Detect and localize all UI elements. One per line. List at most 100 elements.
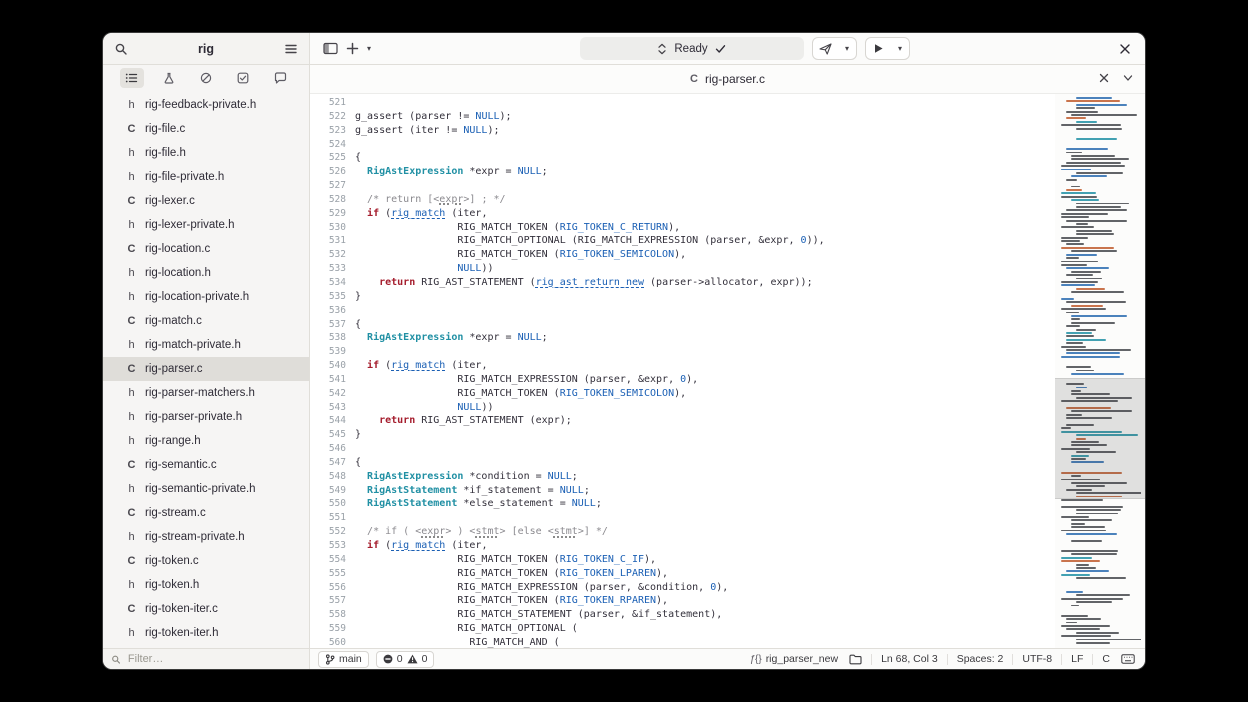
file-item[interactable]: Crig-stream.c (103, 501, 309, 525)
code-line[interactable]: 548 RigAstExpression *condition = NULL; (310, 470, 1055, 484)
run-button[interactable] (866, 38, 892, 59)
code-lines[interactable]: 521522g_assert (parser != NULL);523g_ass… (310, 94, 1055, 648)
code-line[interactable]: 533 NULL)) (310, 262, 1055, 276)
file-item[interactable]: Crig-file.c (103, 117, 309, 141)
search-button[interactable] (109, 37, 133, 61)
code-line[interactable]: 538 RigAstExpression *expr = NULL; (310, 331, 1055, 345)
file-item[interactable]: hrig-token-iter.h (103, 621, 309, 645)
code-line[interactable]: 525{ (310, 151, 1055, 165)
file-name: rig-location-private.h (145, 291, 249, 303)
new-document-dropdown[interactable]: ▾ (362, 37, 376, 61)
keyboard-button[interactable] (1119, 654, 1137, 664)
file-item[interactable]: hrig-parser-private.h (103, 405, 309, 429)
code-line[interactable]: 560 RIG_MATCH_AND ( (310, 636, 1055, 648)
panel-tab-files[interactable] (120, 68, 144, 88)
project-directory-button[interactable] (847, 654, 864, 665)
file-item[interactable]: Crig-token.c (103, 549, 309, 573)
code-line[interactable]: 540 if (rig_match (iter, (310, 359, 1055, 373)
warning-count: 0 (422, 653, 428, 665)
file-item[interactable]: hrig-lexer-private.h (103, 213, 309, 237)
code-line[interactable]: 556 RIG_MATCH_EXPRESSION (parser, &condi… (310, 581, 1055, 595)
file-item[interactable]: Crig-location.c (103, 237, 309, 261)
file-item[interactable]: hrig-stream-private.h (103, 525, 309, 549)
code-line[interactable]: 528 /* return [<expr>] ; */ (310, 193, 1055, 207)
file-item[interactable]: Crig-lexer.c (103, 189, 309, 213)
new-document-button[interactable] (342, 37, 362, 61)
code-line[interactable]: 553 if (rig_match (iter, (310, 539, 1055, 553)
code-line[interactable]: 543 NULL)) (310, 401, 1055, 415)
code-line[interactable]: 541 RIG_MATCH_EXPRESSION (parser, &expr,… (310, 373, 1055, 387)
code-line[interactable]: 522g_assert (parser != NULL); (310, 110, 1055, 124)
line-ending-button[interactable]: LF (1069, 653, 1085, 665)
code-line[interactable]: 539 (310, 345, 1055, 359)
code-line[interactable]: 524 (310, 138, 1055, 152)
code-line[interactable]: 535} (310, 290, 1055, 304)
language-button[interactable]: C (1100, 653, 1112, 665)
tab-rig-parser[interactable]: C rig-parser.c (690, 65, 765, 93)
encoding-button[interactable]: UTF-8 (1020, 653, 1054, 665)
deploy-button[interactable] (813, 38, 839, 59)
code-line[interactable]: 529 if (rig_match (iter, (310, 207, 1055, 221)
file-item[interactable]: hrig-feedback-private.h (103, 93, 309, 117)
source-editor[interactable]: 521522g_assert (parser != NULL);523g_ass… (310, 94, 1145, 648)
file-item[interactable]: Crig-token-iter.c (103, 597, 309, 621)
code-line[interactable]: 555 RIG_MATCH_TOKEN (RIG_TOKEN_LPAREN), (310, 567, 1055, 581)
code-line[interactable]: 546 (310, 442, 1055, 456)
code-line[interactable]: 537{ (310, 318, 1055, 332)
code-line[interactable]: 559 RIG_MATCH_OPTIONAL ( (310, 622, 1055, 636)
file-item[interactable]: hrig-match-private.h (103, 333, 309, 357)
code-line[interactable]: 554 RIG_MATCH_TOKEN (RIG_TOKEN_C_IF), (310, 553, 1055, 567)
code-line[interactable]: 547{ (310, 456, 1055, 470)
window-close-button[interactable] (1113, 37, 1137, 61)
toggle-sidebar-button[interactable] (318, 37, 342, 61)
code-line[interactable]: 558 RIG_MATCH_STATEMENT (parser, &if_sta… (310, 608, 1055, 622)
file-item[interactable]: hrig-range.h (103, 429, 309, 453)
code-line[interactable]: 534 return RIG_AST_STATEMENT (rig_ast_re… (310, 276, 1055, 290)
code-line[interactable]: 523g_assert (iter != NULL); (310, 124, 1055, 138)
panel-tab-build[interactable] (157, 68, 181, 88)
file-item[interactable]: Crig-semantic.c (103, 453, 309, 477)
code-line[interactable]: 542 RIG_MATCH_TOKEN (RIG_TOKEN_SEMICOLON… (310, 387, 1055, 401)
run-dropdown[interactable]: ▾ (892, 38, 909, 59)
file-item[interactable]: Crig-parser.c (103, 357, 309, 381)
minimap[interactable] (1055, 94, 1145, 648)
code-line[interactable]: 549 RigAstStatement *if_statement = NULL… (310, 484, 1055, 498)
panel-tab-todo[interactable] (231, 68, 255, 88)
tab-close-button[interactable] (1093, 67, 1115, 89)
code-line[interactable]: 521 (310, 96, 1055, 110)
code-line[interactable]: 551 (310, 511, 1055, 525)
file-item[interactable]: hrig-location-private.h (103, 285, 309, 309)
code-line[interactable]: 552 /* if ( <expr> ) <stmt> [else <stmt>… (310, 525, 1055, 539)
file-item[interactable]: hrig-token.h (103, 573, 309, 597)
file-item[interactable]: hrig-file.h (103, 141, 309, 165)
current-symbol-button[interactable]: ƒ{} rig_parser_new (747, 653, 840, 665)
diagnostics-button[interactable]: 0 0 (376, 651, 435, 668)
deploy-dropdown[interactable]: ▾ (839, 38, 856, 59)
code-line[interactable]: 530 RIG_MATCH_TOKEN (RIG_TOKEN_C_RETURN)… (310, 221, 1055, 235)
code-line[interactable]: 526 RigAstExpression *expr = NULL; (310, 165, 1055, 179)
omnibar[interactable]: Ready (580, 37, 804, 60)
panel-tab-chat[interactable] (268, 68, 292, 88)
code-line[interactable]: 544 return RIG_AST_STATEMENT (expr); (310, 414, 1055, 428)
tab-list-dropdown[interactable] (1117, 67, 1139, 89)
filter-input[interactable] (126, 652, 301, 666)
code-line[interactable]: 527 (310, 179, 1055, 193)
panel-tab-diagnostics[interactable] (194, 68, 218, 88)
code-line[interactable]: 536 (310, 304, 1055, 318)
minimap-viewport[interactable] (1055, 378, 1145, 499)
cursor-position-button[interactable]: Ln 68, Col 3 (879, 653, 940, 665)
file-item[interactable]: Crig-match.c (103, 309, 309, 333)
code-line[interactable]: 557 RIG_MATCH_TOKEN (RIG_TOKEN_RPAREN), (310, 594, 1055, 608)
editor-column: C rig-parser.c 521522g_assert (parser !=… (310, 65, 1145, 648)
code-line[interactable]: 531 RIG_MATCH_OPTIONAL (RIG_MATCH_EXPRES… (310, 234, 1055, 248)
file-item[interactable]: hrig-file-private.h (103, 165, 309, 189)
code-line[interactable]: 545} (310, 428, 1055, 442)
menu-button[interactable] (279, 37, 303, 61)
indentation-button[interactable]: Spaces: 2 (955, 653, 1006, 665)
file-item[interactable]: hrig-parser-matchers.h (103, 381, 309, 405)
file-item[interactable]: hrig-location.h (103, 261, 309, 285)
file-item[interactable]: hrig-semantic-private.h (103, 477, 309, 501)
branch-button[interactable]: main (318, 651, 369, 668)
code-line[interactable]: 550 RigAstStatement *else_statement = NU… (310, 497, 1055, 511)
code-line[interactable]: 532 RIG_MATCH_TOKEN (RIG_TOKEN_SEMICOLON… (310, 248, 1055, 262)
